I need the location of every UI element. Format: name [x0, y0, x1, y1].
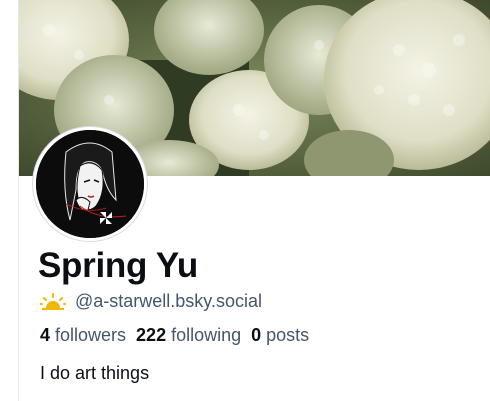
profile-display-name: Spring Yu	[38, 246, 199, 285]
profile-bio: I do art things	[40, 363, 150, 383]
posts-label: posts	[266, 325, 310, 345]
profile-stats: 4 followers 222 following 0 posts	[40, 325, 319, 346]
followers-link[interactable]: 4 followers	[40, 325, 126, 346]
profile-avatar[interactable]	[33, 127, 147, 241]
sun-icon	[39, 292, 67, 310]
posts-stat: 0 posts	[251, 325, 309, 346]
followers-count: 4	[40, 325, 51, 345]
posts-count: 0	[251, 325, 262, 345]
following-label: following	[171, 325, 242, 345]
handle-row: @a-starwell.bsky.social	[39, 290, 262, 312]
following-link[interactable]: 222 following	[136, 325, 241, 346]
following-count: 222	[136, 325, 167, 345]
profile-handle[interactable]: @a-starwell.bsky.social	[75, 291, 262, 312]
followers-label: followers	[55, 325, 127, 345]
